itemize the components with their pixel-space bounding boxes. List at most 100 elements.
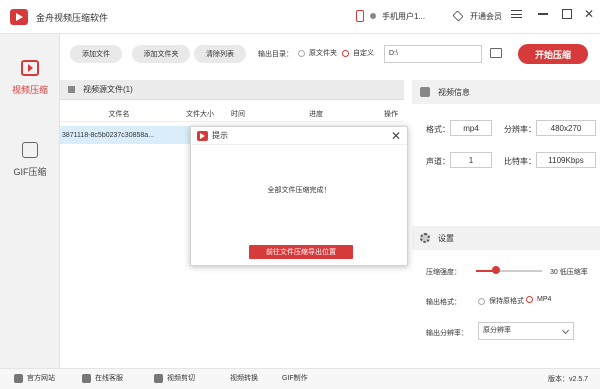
column-header-name: 文件名 xyxy=(108,110,130,118)
channel-label: 声道： xyxy=(426,157,450,166)
format-label: 格式： xyxy=(426,125,450,134)
slider-thumb[interactable] xyxy=(491,266,500,274)
info-collapse-icon[interactable] xyxy=(420,87,430,97)
footer-label: 官方网站 xyxy=(27,375,55,382)
radio-circle-icon xyxy=(478,297,485,305)
compress-strength-label: 压缩强度： xyxy=(426,269,461,276)
collapse-icon[interactable] xyxy=(68,86,75,93)
sidebar-item-gif-compress[interactable]: GIF压缩 xyxy=(0,138,60,198)
minimize-icon xyxy=(538,13,548,15)
settings-header: 设置 xyxy=(412,226,600,250)
settings-title: 设置 xyxy=(438,233,454,243)
vip-label: 开通会员 xyxy=(470,11,502,21)
column-header-progress: 进度 xyxy=(309,110,323,118)
footer-label: GIF制作 xyxy=(282,375,308,382)
output-resolution-select[interactable]: 原分辨率 xyxy=(478,322,574,340)
channel-value: 1 xyxy=(450,152,492,168)
sidebar-item-label: GIF压缩 xyxy=(13,167,47,177)
open-output-folder-button[interactable]: 前往文件压缩导出位置 xyxy=(249,245,353,259)
add-file-button[interactable]: 添加文件 xyxy=(70,45,122,63)
video-info-title: 视频信息 xyxy=(438,87,470,97)
video-cut-link[interactable]: 视频剪切 xyxy=(154,373,195,383)
format-value: mp4 xyxy=(450,120,492,136)
title-bar: 金舟视频压缩软件 手机用户1... 开通会员 ✕ xyxy=(0,0,600,34)
minimize-button[interactable] xyxy=(532,4,554,24)
resolution-label: 分辨率： xyxy=(504,125,536,134)
menu-button[interactable] xyxy=(505,4,527,24)
home-icon xyxy=(14,373,23,383)
bitrate-value: 1109Kbps xyxy=(536,152,596,168)
resolution-value: 480x270 xyxy=(536,120,596,136)
scissors-icon xyxy=(154,373,163,383)
file-panel-header: 视频源文件(1) xyxy=(60,80,404,100)
column-header-action: 操作 xyxy=(384,110,398,118)
maximize-button[interactable] xyxy=(556,4,578,24)
footer-label: 视频转换 xyxy=(230,375,258,382)
dialog-close-icon[interactable]: ✕ xyxy=(391,129,401,143)
radio-label: MP4 xyxy=(537,296,552,303)
close-icon: ✕ xyxy=(583,7,595,21)
sidebar-item-label: 视频压缩 xyxy=(11,85,48,95)
dialog-message: 全部文件压缩完成！ xyxy=(267,187,331,194)
radio-keep-format[interactable]: 保持原格式 xyxy=(478,296,524,306)
compress-strength-slider[interactable] xyxy=(476,270,542,272)
video-play-icon xyxy=(21,60,39,76)
folder-icon[interactable] xyxy=(490,48,502,58)
online-service-link[interactable]: 在线客服 xyxy=(82,373,123,383)
compress-strength-value: 30 低压缩率 xyxy=(550,267,588,277)
radio-label: 保持原格式 xyxy=(489,298,524,305)
radio-source-folder[interactable]: 原文件夹 xyxy=(298,48,337,58)
clear-list-button[interactable]: 清除列表 xyxy=(194,45,246,63)
settings-panel: 视频信息 格式： mp4 分辨率： 480x270 声道： 1 比特率： 110… xyxy=(412,80,600,368)
user-account[interactable]: 手机用户1... xyxy=(356,6,425,26)
radio-circle-icon xyxy=(298,49,305,57)
add-folder-button[interactable]: 添加文件夹 xyxy=(132,45,190,63)
video-info-header: 视频信息 xyxy=(412,80,600,104)
start-compress-button[interactable]: 开始压缩 xyxy=(518,44,588,64)
output-dir-label: 输出目录： xyxy=(258,51,293,58)
radio-selected-icon xyxy=(342,49,349,57)
toolbar: 添加文件 添加文件夹 清除列表 输出目录： 原文件夹 自定义 D:\ 开始压缩 xyxy=(60,34,600,76)
dialog-header: 提示 xyxy=(191,127,407,145)
diamond-icon xyxy=(452,10,464,22)
radio-mp4[interactable]: MP4 xyxy=(526,296,551,303)
output-format-label: 输出格式： xyxy=(426,299,461,306)
app-title: 金舟视频压缩软件 xyxy=(36,13,109,23)
app-logo-icon xyxy=(10,9,28,25)
bitrate-label: 比特率： xyxy=(504,157,536,166)
sidebar: 视频压缩 GIF压缩 xyxy=(0,34,60,368)
official-site-link[interactable]: 官方网站 xyxy=(14,373,55,383)
file-name-cell: 3871118-8c5b0237c30858a... xyxy=(62,131,154,139)
table-header: 文件名 文件大小 时间 进度 操作 xyxy=(60,106,404,122)
file-panel-title: 视频源文件(1) xyxy=(83,85,133,94)
strength-number: 30 xyxy=(550,269,558,276)
chat-icon xyxy=(82,373,91,383)
gear-icon xyxy=(420,233,430,243)
video-convert-link[interactable]: 视频转换 xyxy=(230,373,258,383)
radio-selected-icon xyxy=(526,296,533,303)
close-window-button[interactable]: ✕ xyxy=(578,4,600,24)
user-name: 手机用户1... xyxy=(382,11,426,21)
menu-icon xyxy=(510,10,522,18)
strength-text: 低压缩率 xyxy=(559,269,588,276)
user-dot-icon xyxy=(370,13,376,19)
dialog-title: 提示 xyxy=(212,131,228,140)
output-path-input[interactable]: D:\ xyxy=(384,45,482,63)
footer-label: 视频剪切 xyxy=(167,375,195,382)
gif-maker-link[interactable]: GIF制作 xyxy=(282,373,308,383)
radio-custom-folder[interactable]: 自定义 xyxy=(342,48,374,58)
gif-icon xyxy=(22,142,38,158)
column-header-size: 文件大小 xyxy=(186,110,214,118)
version-label: 版本：v2.5.7 xyxy=(548,376,589,383)
completion-dialog: 提示 ✕ 全部文件压缩完成！ 前往文件压缩导出位置 xyxy=(190,126,408,266)
maximize-icon xyxy=(562,9,572,19)
footer-label: 在线客服 xyxy=(95,375,123,382)
radio-label: 原文件夹 xyxy=(309,50,337,57)
sidebar-item-video-compress[interactable]: 视频压缩 xyxy=(0,50,60,120)
radio-label: 自定义 xyxy=(353,50,374,57)
phone-icon xyxy=(356,10,364,22)
output-resolution-label: 输出分辨率： xyxy=(426,330,468,337)
vip-button[interactable]: 开通会员 xyxy=(452,6,502,26)
dialog-logo-icon xyxy=(197,130,208,141)
footer-bar: 官方网站 在线客服 视频剪切 视频转换 GIF制作 版本：v2.5.7 xyxy=(0,368,600,389)
